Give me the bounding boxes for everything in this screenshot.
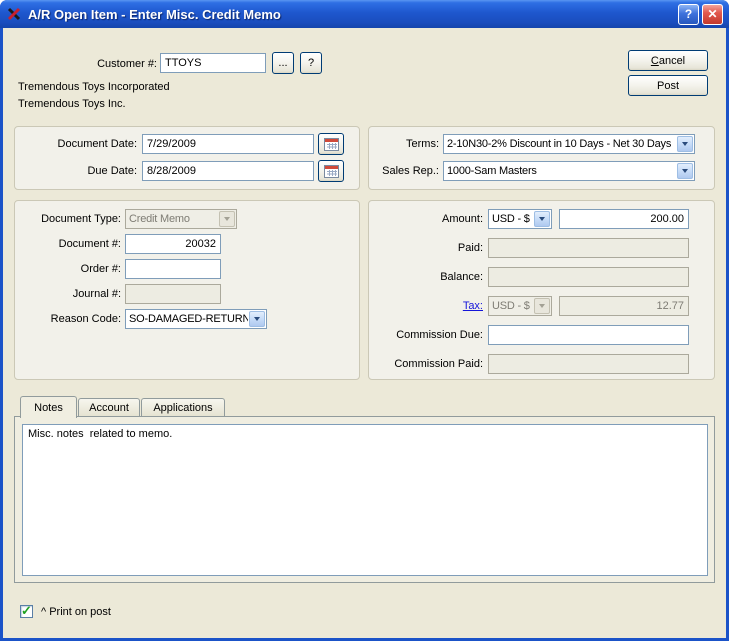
amount-currency-value: USD - $ bbox=[489, 210, 533, 228]
tax-label: Tax: bbox=[375, 299, 483, 313]
window: A/R Open Item - Enter Misc. Credit Memo … bbox=[0, 0, 729, 641]
document-number-label: Document #: bbox=[21, 237, 121, 251]
paid-label: Paid: bbox=[375, 241, 483, 255]
customer-number-label: Customer #: bbox=[43, 57, 157, 71]
sales-rep-combo[interactable]: 1000-Sam Masters bbox=[443, 161, 695, 181]
document-group: Document Type: Credit Memo Document #: O… bbox=[14, 200, 360, 380]
paid-input bbox=[488, 238, 689, 258]
commission-paid-input bbox=[488, 354, 689, 374]
journal-number-input bbox=[125, 284, 221, 304]
notes-textarea[interactable]: Misc. notes related to memo. bbox=[22, 424, 708, 576]
due-date-calendar-button[interactable] bbox=[318, 160, 344, 182]
chevron-down-icon bbox=[534, 298, 550, 314]
due-date-label: Due Date: bbox=[21, 164, 137, 178]
tab-account[interactable]: Account bbox=[78, 398, 140, 417]
chevron-down-icon bbox=[677, 136, 693, 152]
calendar-icon bbox=[323, 163, 340, 179]
amounts-group: Amount: USD - $ Paid: Balance: Tax: USD … bbox=[368, 200, 715, 380]
amount-currency-combo[interactable]: USD - $ bbox=[488, 209, 552, 229]
terms-label: Terms: bbox=[375, 137, 439, 151]
amount-input[interactable] bbox=[559, 209, 689, 229]
tab-notes[interactable]: Notes bbox=[20, 396, 77, 418]
due-date-input[interactable] bbox=[142, 161, 314, 181]
customer-help-button[interactable]: ? bbox=[300, 52, 322, 74]
chevron-down-icon bbox=[534, 211, 550, 227]
titlebar[interactable]: A/R Open Item - Enter Misc. Credit Memo … bbox=[0, 0, 729, 28]
commission-paid-label: Commission Paid: bbox=[375, 357, 483, 371]
cancel-button[interactable]: Cancel bbox=[628, 50, 708, 71]
customer-name-line2: Tremendous Toys Inc. bbox=[18, 97, 126, 111]
document-date-input[interactable] bbox=[142, 134, 314, 154]
titlebar-close-button[interactable]: ✕ bbox=[702, 4, 723, 25]
document-type-label: Document Type: bbox=[21, 212, 121, 226]
window-title: A/R Open Item - Enter Misc. Credit Memo bbox=[28, 7, 675, 22]
reason-code-combo[interactable]: SO-DAMAGED-RETURNED- bbox=[125, 309, 267, 329]
print-on-post-label: ^ Print on post bbox=[41, 605, 111, 619]
order-number-input[interactable] bbox=[125, 259, 221, 279]
reason-code-label: Reason Code: bbox=[21, 312, 121, 326]
app-icon bbox=[6, 6, 22, 22]
order-number-label: Order #: bbox=[21, 262, 121, 276]
sales-rep-combo-value: 1000-Sam Masters bbox=[444, 162, 676, 180]
chevron-down-icon bbox=[249, 311, 265, 327]
terms-combo[interactable]: 2-10N30-2% Discount in 10 Days - Net 30 … bbox=[443, 134, 695, 154]
document-date-label: Document Date: bbox=[21, 137, 137, 151]
tax-link[interactable]: Tax: bbox=[463, 300, 483, 312]
cancel-button-label: ancel bbox=[659, 55, 685, 67]
document-number-input[interactable] bbox=[125, 234, 221, 254]
customer-number-input[interactable] bbox=[160, 53, 266, 73]
dialog-body: Customer #: ... ? Cancel Post Tremendous… bbox=[3, 28, 726, 638]
titlebar-help-button[interactable]: ? bbox=[678, 4, 699, 25]
chevron-down-icon bbox=[219, 211, 235, 227]
reason-code-combo-value: SO-DAMAGED-RETURNED- bbox=[126, 310, 248, 328]
journal-number-label: Journal #: bbox=[21, 287, 121, 301]
dates-group: Document Date: Due Date: bbox=[14, 126, 360, 190]
commission-due-input[interactable] bbox=[488, 325, 689, 345]
check-icon: ✓ bbox=[21, 603, 32, 619]
post-button[interactable]: Post bbox=[628, 75, 708, 96]
document-type-combo: Credit Memo bbox=[125, 209, 237, 229]
calendar-icon bbox=[323, 136, 340, 152]
tax-currency-combo: USD - $ bbox=[488, 296, 552, 316]
document-type-combo-value: Credit Memo bbox=[126, 210, 218, 228]
tax-input bbox=[559, 296, 689, 316]
terms-combo-value: 2-10N30-2% Discount in 10 Days - Net 30 … bbox=[444, 135, 676, 153]
amount-label: Amount: bbox=[375, 212, 483, 226]
tab-applications[interactable]: Applications bbox=[141, 398, 225, 417]
sales-rep-label: Sales Rep.: bbox=[375, 164, 439, 178]
document-date-calendar-button[interactable] bbox=[318, 133, 344, 155]
terms-group: Terms: 2-10N30-2% Discount in 10 Days - … bbox=[368, 126, 715, 190]
tax-currency-value: USD - $ bbox=[489, 297, 533, 315]
notes-tab-panel: Misc. notes related to memo. bbox=[14, 416, 715, 583]
print-on-post-checkbox[interactable]: ✓ bbox=[20, 605, 33, 618]
balance-label: Balance: bbox=[375, 270, 483, 284]
chevron-down-icon bbox=[677, 163, 693, 179]
balance-input bbox=[488, 267, 689, 287]
customer-browse-button[interactable]: ... bbox=[272, 52, 294, 74]
cancel-button-mnemonic: C bbox=[651, 55, 659, 67]
commission-due-label: Commission Due: bbox=[375, 328, 483, 342]
customer-name-line1: Tremendous Toys Incorporated bbox=[18, 80, 170, 94]
